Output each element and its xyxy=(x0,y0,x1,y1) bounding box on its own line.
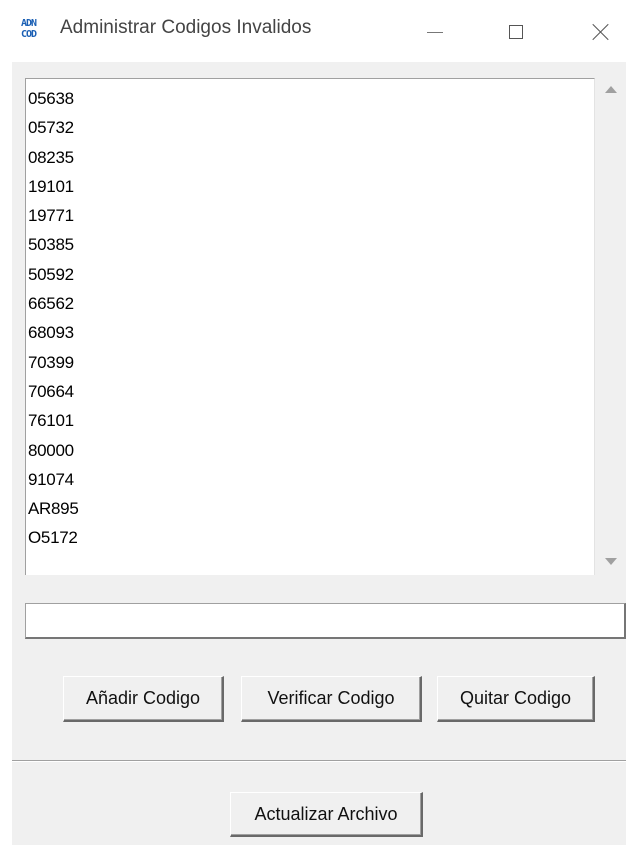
close-icon xyxy=(592,23,610,41)
app-logo-text-top: ADN xyxy=(21,18,37,29)
list-item[interactable]: 05638 xyxy=(28,84,78,113)
maximize-button[interactable] xyxy=(493,10,539,54)
list-item[interactable]: 50385 xyxy=(28,230,78,259)
verify-code-button[interactable]: Verificar Codigo xyxy=(241,676,422,722)
list-item[interactable]: 68093 xyxy=(28,318,78,347)
separator-line xyxy=(12,760,626,762)
list-item[interactable]: 05732 xyxy=(28,113,78,142)
scroll-down-arrow-icon[interactable] xyxy=(605,558,617,565)
code-input[interactable] xyxy=(25,603,626,639)
update-file-button[interactable]: Actualizar Archivo xyxy=(230,792,423,837)
title-bar[interactable]: ADN COD Administrar Codigos Invalidos xyxy=(12,0,626,62)
list-item[interactable]: AR895 xyxy=(28,494,79,523)
codes-listbox[interactable]: 05638 05732 08235 19101 19771 50385 50592 66562… xyxy=(25,78,595,575)
list-item[interactable]: 80000 xyxy=(28,436,78,465)
window-title: Administrar Codigos Invalidos xyxy=(60,17,312,38)
add-code-button[interactable]: Añadir Codigo xyxy=(63,676,224,722)
app-window: ADN COD Administrar Codigos Invalidos 05… xyxy=(12,0,626,845)
list-item[interactable]: O5172 xyxy=(28,523,78,552)
list-item[interactable]: 91074 xyxy=(28,465,78,494)
list-item[interactable]: 66562 xyxy=(28,289,78,318)
app-logo-icon: ADN COD xyxy=(21,18,49,44)
app-logo-text-bottom: COD xyxy=(21,29,37,40)
listbox-scrollbar[interactable] xyxy=(595,78,626,575)
list-item[interactable]: 50592 xyxy=(28,260,78,289)
list-item[interactable]: 19101 xyxy=(28,172,78,201)
remove-code-button[interactable]: Quitar Codigo xyxy=(437,676,595,722)
maximize-icon xyxy=(509,25,523,39)
list-item[interactable]: 76101 xyxy=(28,406,78,435)
codes-list-items: 05638 05732 08235 19101 19771 50385 50592 66562… xyxy=(28,84,79,553)
minimize-icon xyxy=(427,31,443,33)
list-item[interactable]: 08235 xyxy=(28,143,78,172)
list-item[interactable]: 70399 xyxy=(28,348,78,377)
list-item[interactable]: 19771 xyxy=(28,201,78,230)
close-button[interactable] xyxy=(578,10,624,54)
minimize-button[interactable] xyxy=(412,10,458,54)
list-item[interactable]: 70664 xyxy=(28,377,78,406)
scroll-up-arrow-icon[interactable] xyxy=(605,86,617,93)
